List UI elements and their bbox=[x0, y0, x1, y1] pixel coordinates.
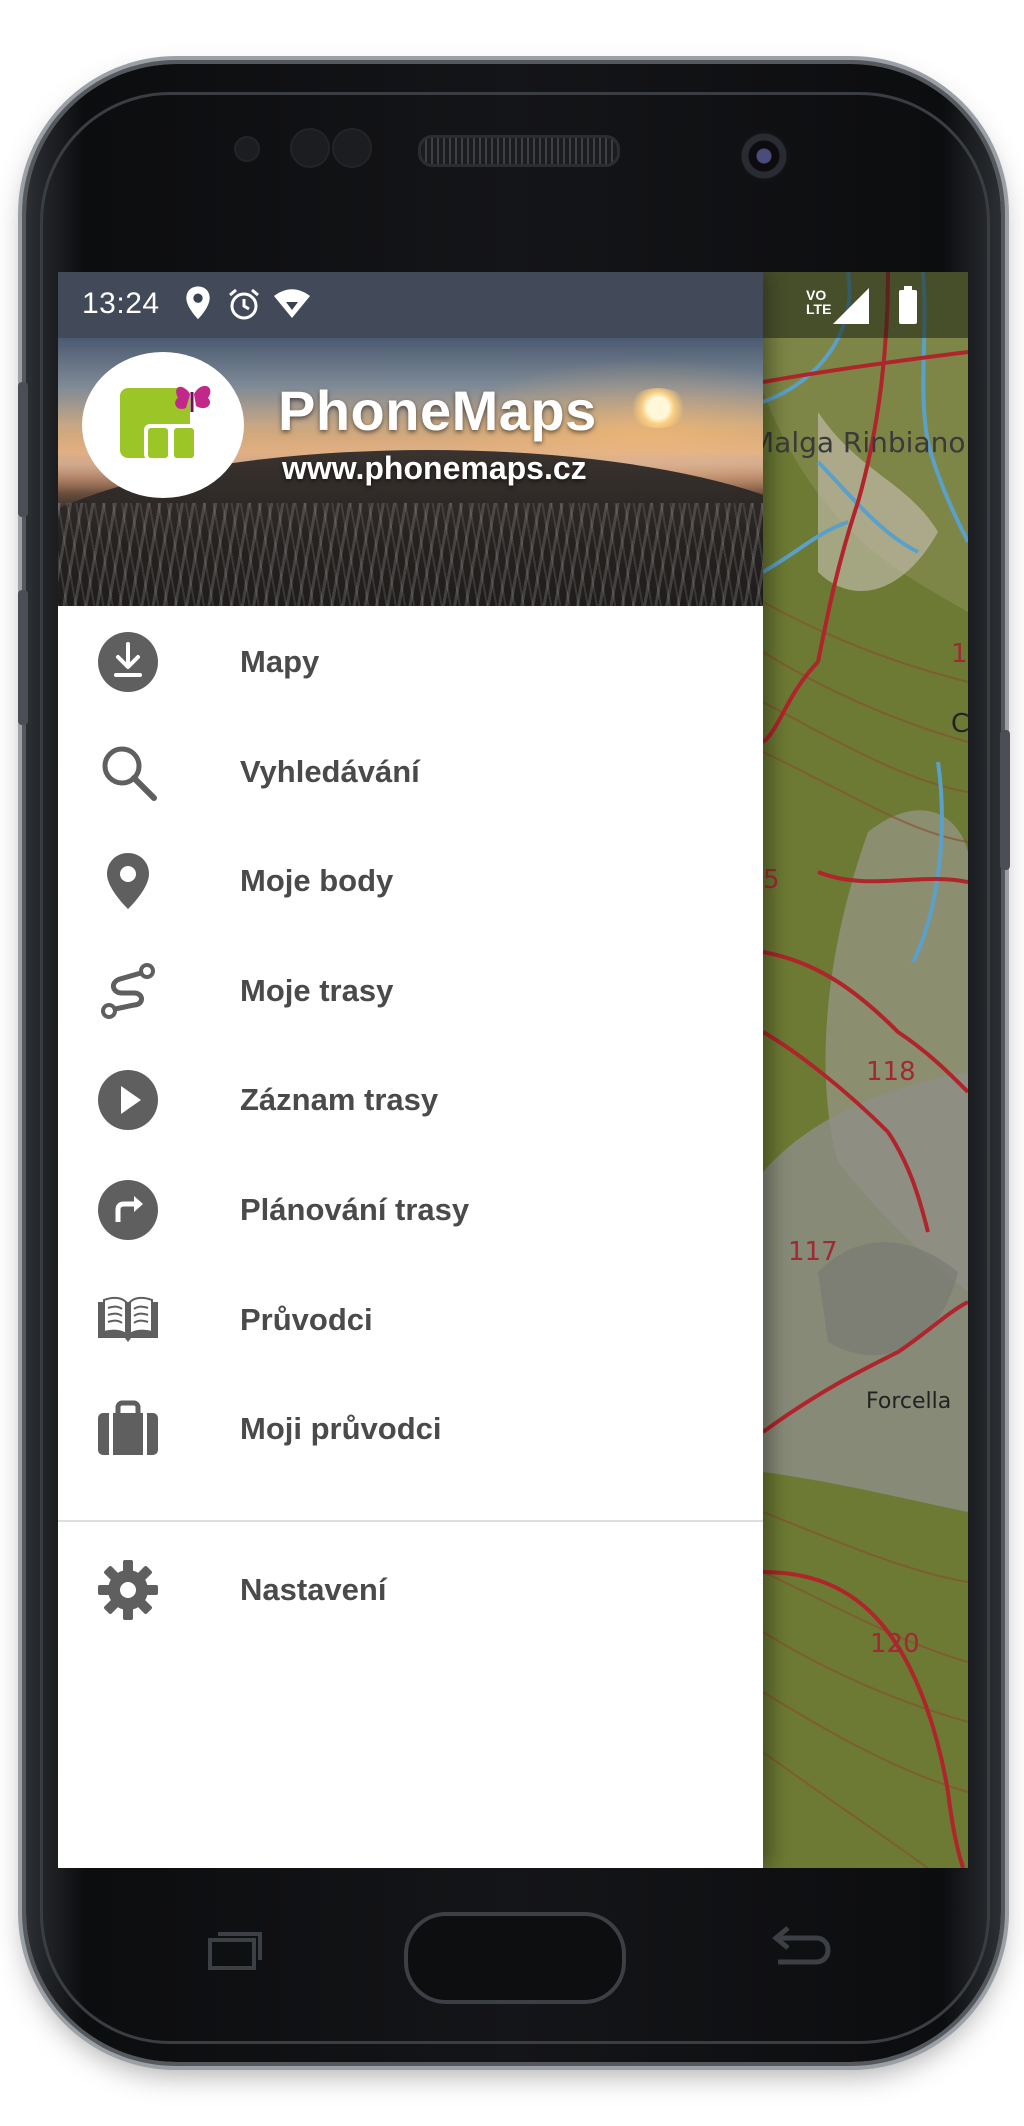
recent-apps-icon[interactable] bbox=[206, 1930, 264, 1970]
header-sun bbox=[628, 388, 688, 428]
map-elevation-118: 118 bbox=[866, 1057, 916, 1087]
alarm-icon bbox=[229, 288, 259, 320]
menu-label-vyhledavani: Vyhledávání bbox=[240, 753, 420, 789]
menu-item-vyhledavani[interactable]: Vyhledávání bbox=[58, 716, 763, 826]
book-icon bbox=[98, 1296, 158, 1342]
home-button[interactable] bbox=[404, 1912, 626, 2004]
volte-icon: VO LTE bbox=[806, 287, 832, 317]
app-logo bbox=[82, 352, 244, 498]
volume-up-button bbox=[18, 382, 28, 517]
gear-icon bbox=[98, 1560, 158, 1620]
map-label-malga: Malga Rinbiano bbox=[750, 426, 966, 459]
menu-label-planovani-trasy: Plánování trasy bbox=[240, 1191, 470, 1227]
download-icon bbox=[98, 632, 158, 692]
menu-label-moje-trasy: Moje trasy bbox=[240, 972, 394, 1008]
menu-label-mapy: Mapy bbox=[240, 644, 320, 679]
menu-label-zaznam-trasy: Záznam trasy bbox=[240, 1082, 439, 1118]
power-button bbox=[1000, 730, 1010, 870]
map-edge-label-2: C bbox=[951, 709, 968, 739]
screen: Malga Rinbiano Forcella 118 117 120 1 C … bbox=[58, 272, 968, 1868]
map-edge-label-3: 5 bbox=[763, 865, 780, 895]
menu-item-pruvodci[interactable]: Průvodci bbox=[58, 1264, 763, 1374]
iris-sensor-left bbox=[290, 128, 330, 168]
menu-item-zaznam-trasy[interactable]: Záznam trasy bbox=[58, 1044, 763, 1154]
drawer-menu: Mapy Vyhledávání Moje body Moje trasy Zá… bbox=[58, 606, 763, 1483]
menu-item-moje-trasy[interactable]: Moje trasy bbox=[58, 935, 763, 1045]
menu-label-moji-pruvodci: Moji průvodci bbox=[240, 1411, 442, 1447]
menu-label-pruvodci: Průvodci bbox=[240, 1301, 373, 1337]
status-time: 13:24 bbox=[82, 287, 160, 320]
menu-divider bbox=[58, 1520, 763, 1522]
navigation-drawer: PhoneMaps www.phonemaps.cz Mapy Vyhledáv… bbox=[58, 272, 763, 1868]
route-icon bbox=[101, 962, 155, 1019]
volume-down-button bbox=[18, 590, 28, 725]
pin-icon bbox=[107, 853, 149, 910]
map-label-forcella: Forcella bbox=[866, 1389, 951, 1414]
menu-label-nastaveni: Nastavení bbox=[240, 1572, 387, 1607]
battery-icon bbox=[899, 286, 917, 324]
menu-label-moje-body: Moje body bbox=[240, 863, 394, 899]
turn-right-icon bbox=[98, 1179, 158, 1240]
map-edge-label-1: 1 bbox=[951, 639, 968, 669]
status-bar: 13:24 VO LTE bbox=[58, 272, 968, 338]
menu-item-moje-body[interactable]: Moje body bbox=[58, 825, 763, 935]
drawer-header: PhoneMaps www.phonemaps.cz bbox=[58, 338, 763, 606]
menu-item-planovani-trasy[interactable]: Plánování trasy bbox=[58, 1154, 763, 1264]
back-icon[interactable] bbox=[768, 1924, 832, 1972]
wifi-icon bbox=[274, 289, 310, 318]
iris-sensor-right bbox=[332, 128, 372, 168]
header-frosted-trees bbox=[58, 503, 763, 606]
map-elevation-117: 117 bbox=[788, 1237, 838, 1267]
location-icon bbox=[186, 286, 210, 320]
play-icon bbox=[98, 1070, 158, 1131]
front-camera bbox=[738, 130, 790, 182]
phonemaps-logo-icon bbox=[120, 385, 211, 460]
app-url: www.phonemaps.cz bbox=[282, 450, 587, 486]
briefcase-icon bbox=[98, 1400, 158, 1456]
app-name: PhoneMaps bbox=[278, 379, 597, 442]
map-elevation-120: 120 bbox=[870, 1629, 920, 1659]
menu-item-mapy[interactable]: Mapy bbox=[58, 606, 763, 716]
search-icon bbox=[102, 746, 157, 801]
menu-item-moji-pruvodci[interactable]: Moji průvodci bbox=[58, 1373, 763, 1483]
proximity-sensor bbox=[234, 136, 260, 162]
earpiece-speaker bbox=[418, 135, 620, 167]
status-bar-left bbox=[58, 272, 763, 338]
signal-icon bbox=[833, 288, 869, 324]
menu-item-nastaveni[interactable]: Nastavení bbox=[58, 1534, 763, 1644]
